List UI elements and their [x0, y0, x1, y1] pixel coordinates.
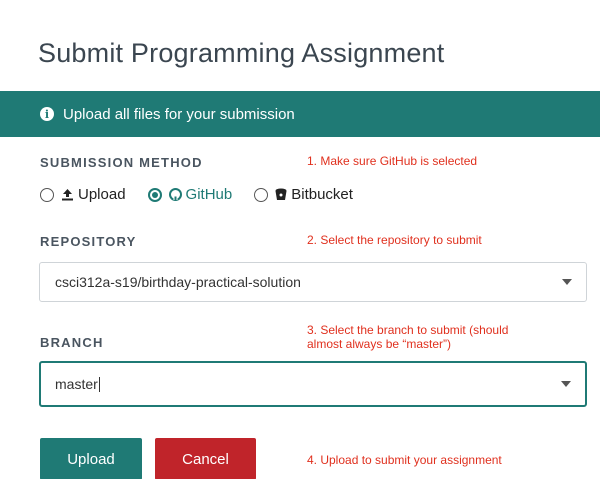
branch-select-value: master [55, 376, 98, 392]
radio-option-github[interactable]: GitHub [147, 186, 233, 203]
chevron-down-icon [562, 279, 572, 285]
repository-select-value: csci312a-s19/birthday-practical-solution [55, 274, 301, 290]
text-cursor [98, 376, 100, 392]
info-banner: i Upload all files for your submission [0, 91, 600, 137]
radio-upload[interactable] [40, 187, 54, 202]
annotation-step-3-line-1: 3. Select the branch to submit (should [307, 323, 509, 337]
github-icon [168, 188, 182, 201]
upload-icon [61, 188, 74, 201]
radio-upload-label: Upload [78, 186, 126, 203]
branch-label: BRANCH [40, 335, 104, 350]
submission-method-radio-group: Upload GitHub Bitbucket [40, 186, 375, 203]
repository-select[interactable]: csci312a-s19/birthday-practical-solution [39, 262, 587, 302]
repository-label: REPOSITORY [40, 234, 137, 249]
submission-method-label: SUBMISSION METHOD [40, 155, 203, 170]
upload-button[interactable]: Upload [40, 438, 142, 479]
annotation-step-4: 4. Upload to submit your assignment [307, 453, 502, 467]
radio-option-bitbucket[interactable]: Bitbucket [254, 186, 353, 203]
page-title: Submit Programming Assignment [38, 38, 445, 68]
radio-github[interactable] [147, 187, 162, 202]
branch-select[interactable]: master [39, 361, 587, 407]
annotation-step-3: 3. Select the branch to submit (should a… [307, 323, 508, 351]
radio-bitbucket-label: Bitbucket [291, 186, 353, 203]
cancel-button[interactable]: Cancel [155, 438, 256, 479]
submit-assignment-dialog: Submit Programming Assignment i Upload a… [0, 0, 600, 479]
radio-option-upload[interactable]: Upload [40, 186, 126, 203]
banner-text: Upload all files for your submission [63, 105, 295, 123]
radio-github-label: GitHub [185, 186, 233, 203]
annotation-step-3-line-2: almost always be “master”) [307, 337, 452, 351]
chevron-down-icon [561, 381, 571, 387]
annotation-step-1: 1. Make sure GitHub is selected [307, 154, 478, 168]
bitbucket-icon [275, 188, 287, 201]
radio-bitbucket[interactable] [254, 187, 269, 202]
annotation-step-2: 2. Select the repository to submit [307, 233, 482, 247]
info-icon: i [40, 107, 54, 121]
